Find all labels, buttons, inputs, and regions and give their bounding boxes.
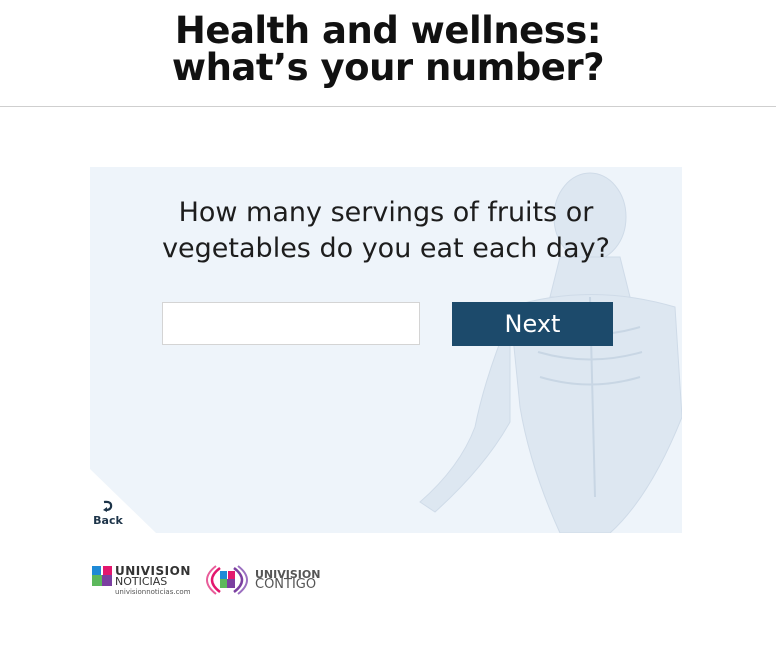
contigo-waves-icon bbox=[206, 565, 248, 595]
logo1-sub: NOTICIAS bbox=[115, 575, 168, 588]
curved-arrow-icon bbox=[103, 500, 113, 512]
question-line-2: vegetables do you eat each day? bbox=[162, 233, 610, 264]
footer-logos: UNIVISION NOTICIAS univisionnoticias.com… bbox=[92, 562, 332, 602]
page-header: Health and wellness: what’s your number? bbox=[0, 0, 776, 107]
univision-contigo-logo: UNIVISION CONTIGO bbox=[200, 562, 330, 598]
univision-u-icon bbox=[92, 566, 112, 586]
back-label: Back bbox=[93, 514, 123, 527]
logo1-url: univisionnoticias.com bbox=[115, 588, 191, 596]
logo2-sub: CONTIGO bbox=[255, 577, 317, 592]
page-title: Health and wellness: what’s your number? bbox=[0, 0, 776, 86]
page-title-line-1: Health and wellness: bbox=[174, 9, 602, 52]
univision-noticias-logo: UNIVISION NOTICIAS univisionnoticias.com bbox=[92, 562, 192, 598]
back-button[interactable]: Back bbox=[92, 499, 124, 533]
quiz-card: How many servings of fruits or vegetable… bbox=[90, 167, 682, 533]
servings-input[interactable] bbox=[162, 302, 420, 345]
question-text: How many servings of fruits or vegetable… bbox=[90, 195, 682, 267]
question-line-1: How many servings of fruits or bbox=[178, 197, 594, 228]
next-button[interactable]: Next bbox=[452, 302, 613, 346]
page-title-line-2: what’s your number? bbox=[171, 46, 605, 89]
